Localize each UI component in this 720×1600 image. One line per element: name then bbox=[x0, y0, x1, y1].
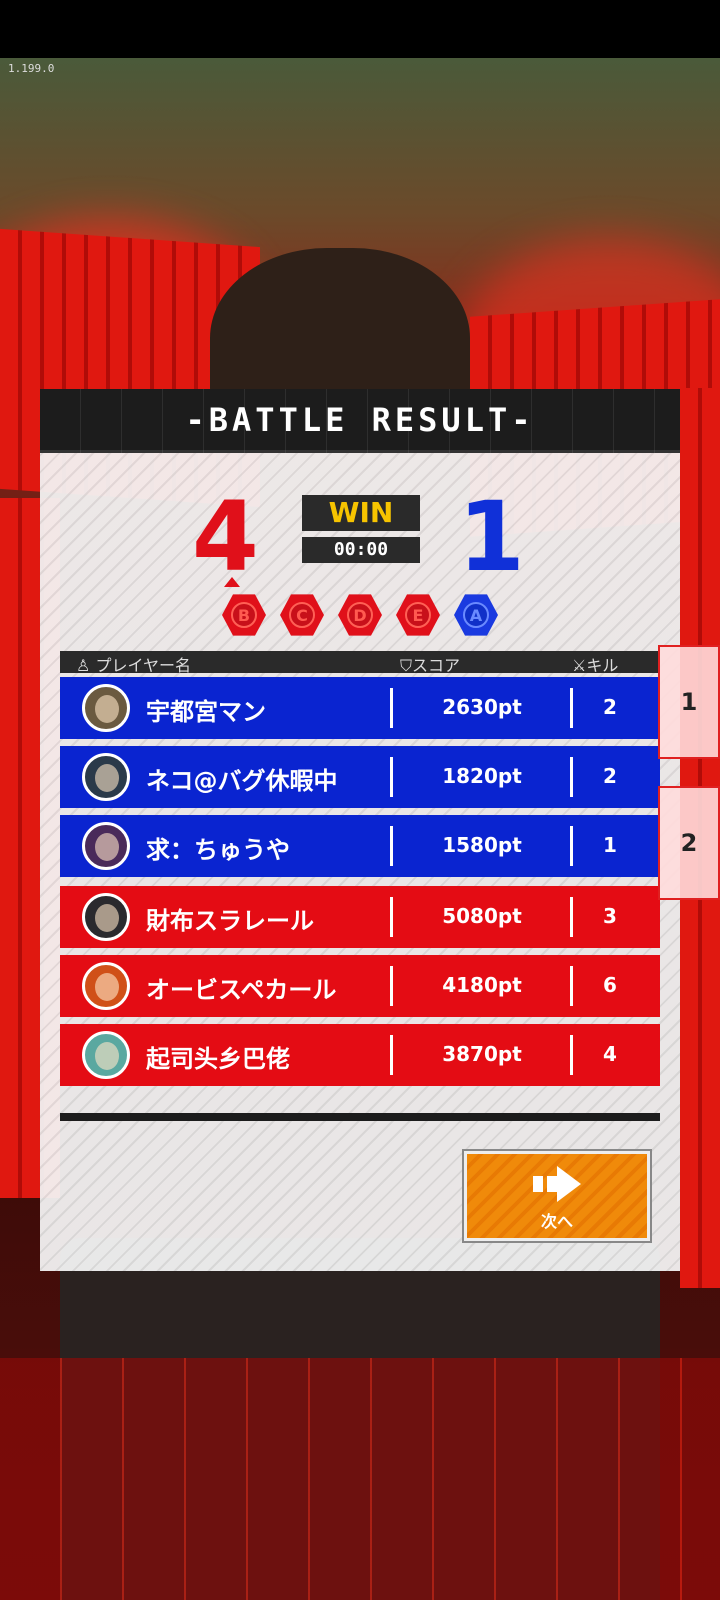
player-row[interactable]: ネコ@バグ休暇中 1820pt 2 bbox=[60, 746, 660, 808]
player-row[interactable]: 宇都宮マン 2630pt 2 bbox=[60, 677, 660, 739]
column-score: ⛉スコア bbox=[400, 656, 461, 675]
avatar bbox=[82, 753, 130, 801]
player-kills: 2 bbox=[603, 695, 617, 719]
capture-point-d: D bbox=[338, 594, 382, 636]
player-row[interactable]: オービスペカール 4180pt 6 bbox=[60, 955, 660, 1017]
column-kill: ⚔キル bbox=[572, 656, 619, 675]
match-timer: 00:00 bbox=[302, 537, 420, 563]
table-footer-divider bbox=[60, 1113, 660, 1121]
player-kills: 2 bbox=[603, 764, 617, 788]
player-score: 5080pt bbox=[442, 904, 522, 928]
player-kills: 4 bbox=[603, 1042, 617, 1066]
avatar bbox=[82, 893, 130, 941]
capture-point-c: C bbox=[280, 594, 324, 636]
avatar bbox=[82, 1031, 130, 1079]
avatar bbox=[82, 962, 130, 1010]
avatar bbox=[82, 822, 130, 870]
team-tab-2[interactable]: 2 bbox=[658, 786, 720, 900]
player-score: 1820pt bbox=[442, 764, 522, 788]
player-team-marker bbox=[224, 577, 240, 587]
player-name: ネコ@バグ休暇中 bbox=[146, 767, 338, 795]
player-score: 1580pt bbox=[442, 833, 522, 857]
red-team-score: 4 bbox=[192, 481, 259, 593]
capture-point-e: E bbox=[396, 594, 440, 636]
next-button-label: 次へ bbox=[540, 1212, 573, 1231]
status-bar bbox=[0, 0, 720, 58]
capture-points: B C D E A bbox=[222, 593, 498, 637]
player-name: オービスペカール bbox=[146, 976, 337, 1004]
player-row[interactable]: 財布スラレール 5080pt 3 bbox=[60, 886, 660, 948]
player-name: 求：ちゅうや bbox=[146, 836, 290, 864]
capture-point-a: A bbox=[454, 594, 498, 636]
player-kills: 3 bbox=[603, 904, 617, 928]
player-kills: 6 bbox=[603, 973, 617, 997]
result-title: -BATTLE RESULT- bbox=[185, 401, 535, 439]
win-badge: WIN bbox=[302, 495, 420, 531]
player-score: 2630pt bbox=[442, 695, 522, 719]
player-kills: 1 bbox=[603, 833, 617, 857]
player-score: 4180pt bbox=[442, 973, 522, 997]
player-name: 起司头乡巴佬 bbox=[146, 1045, 290, 1073]
player-name: 宇都宮マン bbox=[146, 698, 266, 726]
panel-header: -BATTLE RESULT- bbox=[40, 389, 680, 453]
player-name: 財布スラレール bbox=[146, 907, 314, 935]
player-row[interactable]: 起司头乡巴佬 3870pt 4 bbox=[60, 1024, 660, 1086]
table-header: ♙ プレイヤー名 ⛉スコア ⚔キル bbox=[60, 651, 660, 675]
arrow-right-icon bbox=[533, 1166, 581, 1202]
avatar bbox=[82, 684, 130, 732]
next-button[interactable]: 次へ bbox=[462, 1149, 652, 1243]
player-score: 3870pt bbox=[442, 1042, 522, 1066]
capture-point-b: B bbox=[222, 594, 266, 636]
blue-team-score: 1 bbox=[458, 481, 525, 593]
team-tab-1[interactable]: 1 bbox=[658, 645, 720, 759]
battle-result-panel: -BATTLE RESULT- 4 WIN 00:00 1 B C D E A … bbox=[40, 389, 680, 1271]
column-player: ♙ プレイヤー名 bbox=[76, 656, 191, 675]
version-label: 1.199.0 bbox=[8, 62, 55, 75]
player-row[interactable]: 求：ちゅうや 1580pt 1 bbox=[60, 815, 660, 877]
